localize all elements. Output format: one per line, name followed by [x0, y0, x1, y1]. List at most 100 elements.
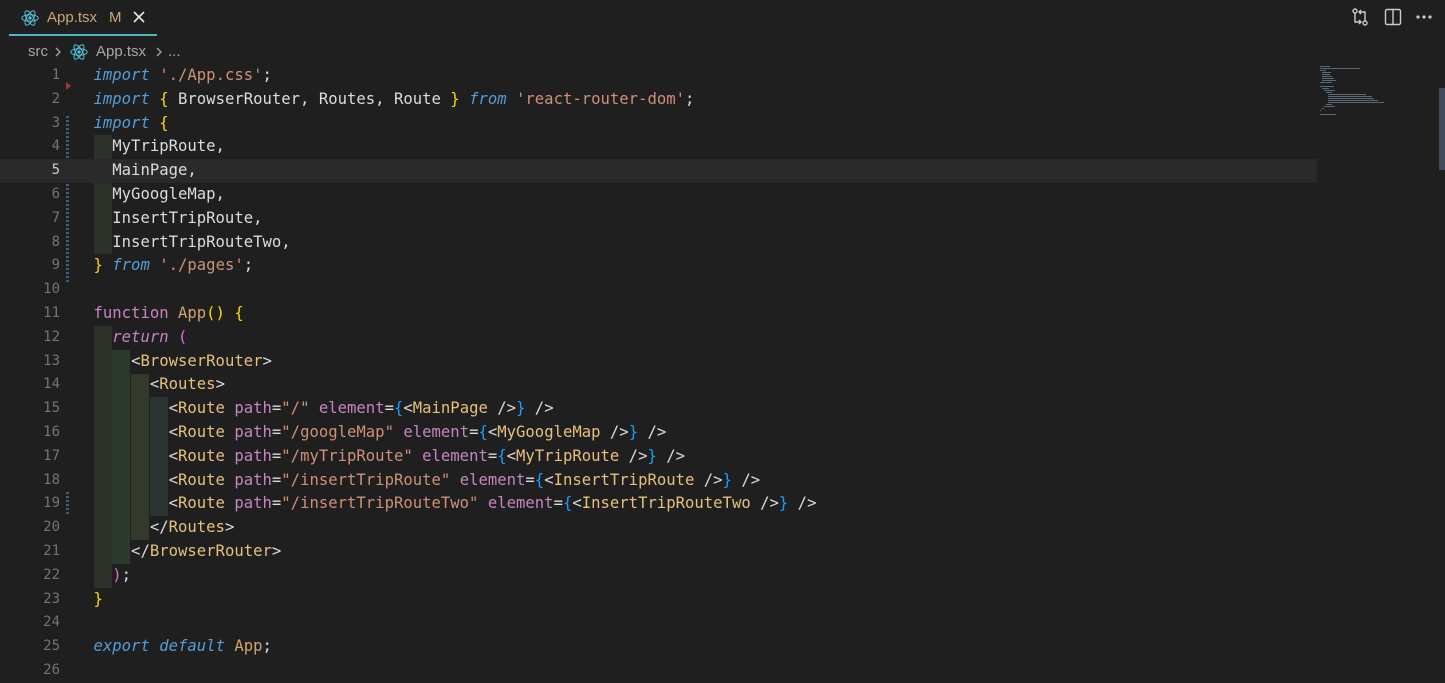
line-number: 4 [51, 138, 60, 155]
code-token: import [93, 113, 150, 132]
line-number: 10 [43, 281, 60, 298]
code-token: import [93, 89, 150, 108]
line-number: 26 [43, 662, 60, 678]
minimap[interactable] [1318, 64, 1428, 124]
code-token: './pages' [159, 256, 244, 275]
code-line[interactable]: 10 [0, 278, 1317, 302]
code-token: } [722, 470, 732, 489]
code-token: MyTripRoute [516, 446, 620, 465]
breadcrumb-file[interactable]: App.tsx [96, 43, 146, 60]
code-line[interactable]: 22 ); [0, 564, 1317, 588]
code-token: = [271, 446, 282, 465]
tab-app-tsx[interactable]: App.tsx M [9, 0, 157, 36]
code-line[interactable]: 24 [0, 611, 1317, 635]
code-line[interactable]: 25 export default App; [0, 635, 1317, 659]
code-line[interactable]: 1 import './App.css'; [0, 64, 1317, 88]
code-token: /> [656, 446, 686, 465]
code-line[interactable]: 18 <Route path="/insertTripRoute" elemen… [0, 469, 1317, 493]
line-number: 11 [43, 305, 60, 321]
code-line[interactable]: 26 [0, 659, 1317, 683]
code-text: <Route path="/insertTripRouteTwo" elemen… [94, 492, 817, 516]
code-token: Route [178, 423, 225, 441]
code-token: "/googleMap" [281, 423, 394, 441]
code-token: } [93, 589, 103, 608]
code-token: } [647, 446, 657, 465]
code-token: 'react-router-dom' [516, 89, 686, 108]
code-line[interactable]: 2 import { BrowserRouter, Routes, Route }… [0, 88, 1317, 112]
code-token: = [271, 423, 282, 441]
code-line[interactable]: 17 <Route path="/myTripRoute" element={<… [0, 445, 1317, 469]
code-token: ; [262, 637, 272, 656]
breadcrumb-more[interactable]: ... [168, 43, 181, 60]
code-text: import { BrowserRouter, Routes, Route } … [94, 88, 695, 112]
code-token: InsertTripRoute, [93, 208, 263, 227]
code-line[interactable]: 12 return ( [0, 326, 1317, 350]
code-token: Route [178, 399, 225, 418]
code-line[interactable]: 4 MyTripRoute, [0, 135, 1317, 159]
line-number: 6 [51, 186, 60, 202]
code-text: </Routes> [94, 516, 235, 540]
code-token: /> [750, 494, 779, 513]
code-token: "/" [281, 399, 310, 418]
scrollbar-thumb[interactable] [1439, 88, 1445, 170]
code-text: return ( [94, 326, 187, 350]
split-editor-icon[interactable] [1383, 7, 1403, 27]
breadcrumb-folder[interactable]: src [28, 43, 48, 60]
code-token: } [450, 89, 460, 108]
code-token: { [159, 113, 169, 132]
code-line[interactable]: 20 </Routes> [0, 516, 1317, 540]
line-number: 17 [43, 447, 60, 464]
compare-changes-icon[interactable] [1350, 7, 1370, 27]
line-number: 3 [51, 114, 60, 131]
code-token: { [393, 399, 404, 418]
code-line[interactable]: 21 </BrowserRouter> [0, 540, 1317, 564]
code-text: MainPage, [94, 159, 197, 183]
more-actions-icon[interactable] [1414, 7, 1434, 27]
tab-bar: App.tsx M [0, 0, 1445, 36]
code-token: < [93, 446, 178, 465]
code-editor[interactable]: 1 import './App.css'; 2 import { BrowserRou… [0, 64, 1445, 678]
code-line[interactable]: 16 <Route path="/googleMap" element={<My… [0, 421, 1317, 445]
code-text: import './App.css'; [94, 64, 272, 88]
code-line[interactable]: 8 InsertTripRouteTwo, [0, 231, 1317, 255]
code-token: BrowserRouter [149, 542, 272, 560]
code-token: } [778, 494, 789, 513]
line-number: 1 [51, 67, 60, 83]
code-line[interactable]: 5 MainPage, [0, 159, 1317, 183]
code-line[interactable]: 3 import { [0, 112, 1317, 136]
code-line[interactable]: 13 <BrowserRouter> [0, 350, 1317, 374]
code-line[interactable]: 14 <Routes> [0, 373, 1317, 397]
code-token: > [262, 351, 272, 370]
code-token: </ [93, 542, 150, 560]
code-line[interactable]: 6 MyGoogleMap, [0, 183, 1317, 207]
line-number: 2 [51, 90, 60, 107]
code-token: Routes [159, 375, 216, 394]
code-text: InsertTripRoute, [93, 207, 263, 231]
code-line[interactable]: 11 function App() { [0, 302, 1317, 326]
code-line[interactable]: 23} [0, 588, 1317, 612]
line-number: 20 [43, 519, 60, 536]
code-line[interactable]: 9} from './pages'; [0, 254, 1317, 278]
code-token: { [478, 423, 488, 441]
code-line[interactable]: 15 <Route path="/" element={<MainPage />… [0, 397, 1317, 421]
code-token: < [506, 446, 517, 465]
code-token: MyGoogleMap, [93, 185, 225, 203]
line-number: 23 [43, 590, 60, 607]
line-number: 13 [43, 352, 60, 369]
code-token: /> [694, 470, 723, 489]
code-line[interactable]: 19 <Route path="/insertTripRouteTwo" ele… [0, 492, 1317, 516]
code-token: element [403, 423, 470, 441]
close-icon[interactable] [131, 9, 147, 25]
code-line[interactable]: 7 InsertTripRoute, [0, 207, 1317, 231]
code-token: MainPage [412, 399, 488, 418]
